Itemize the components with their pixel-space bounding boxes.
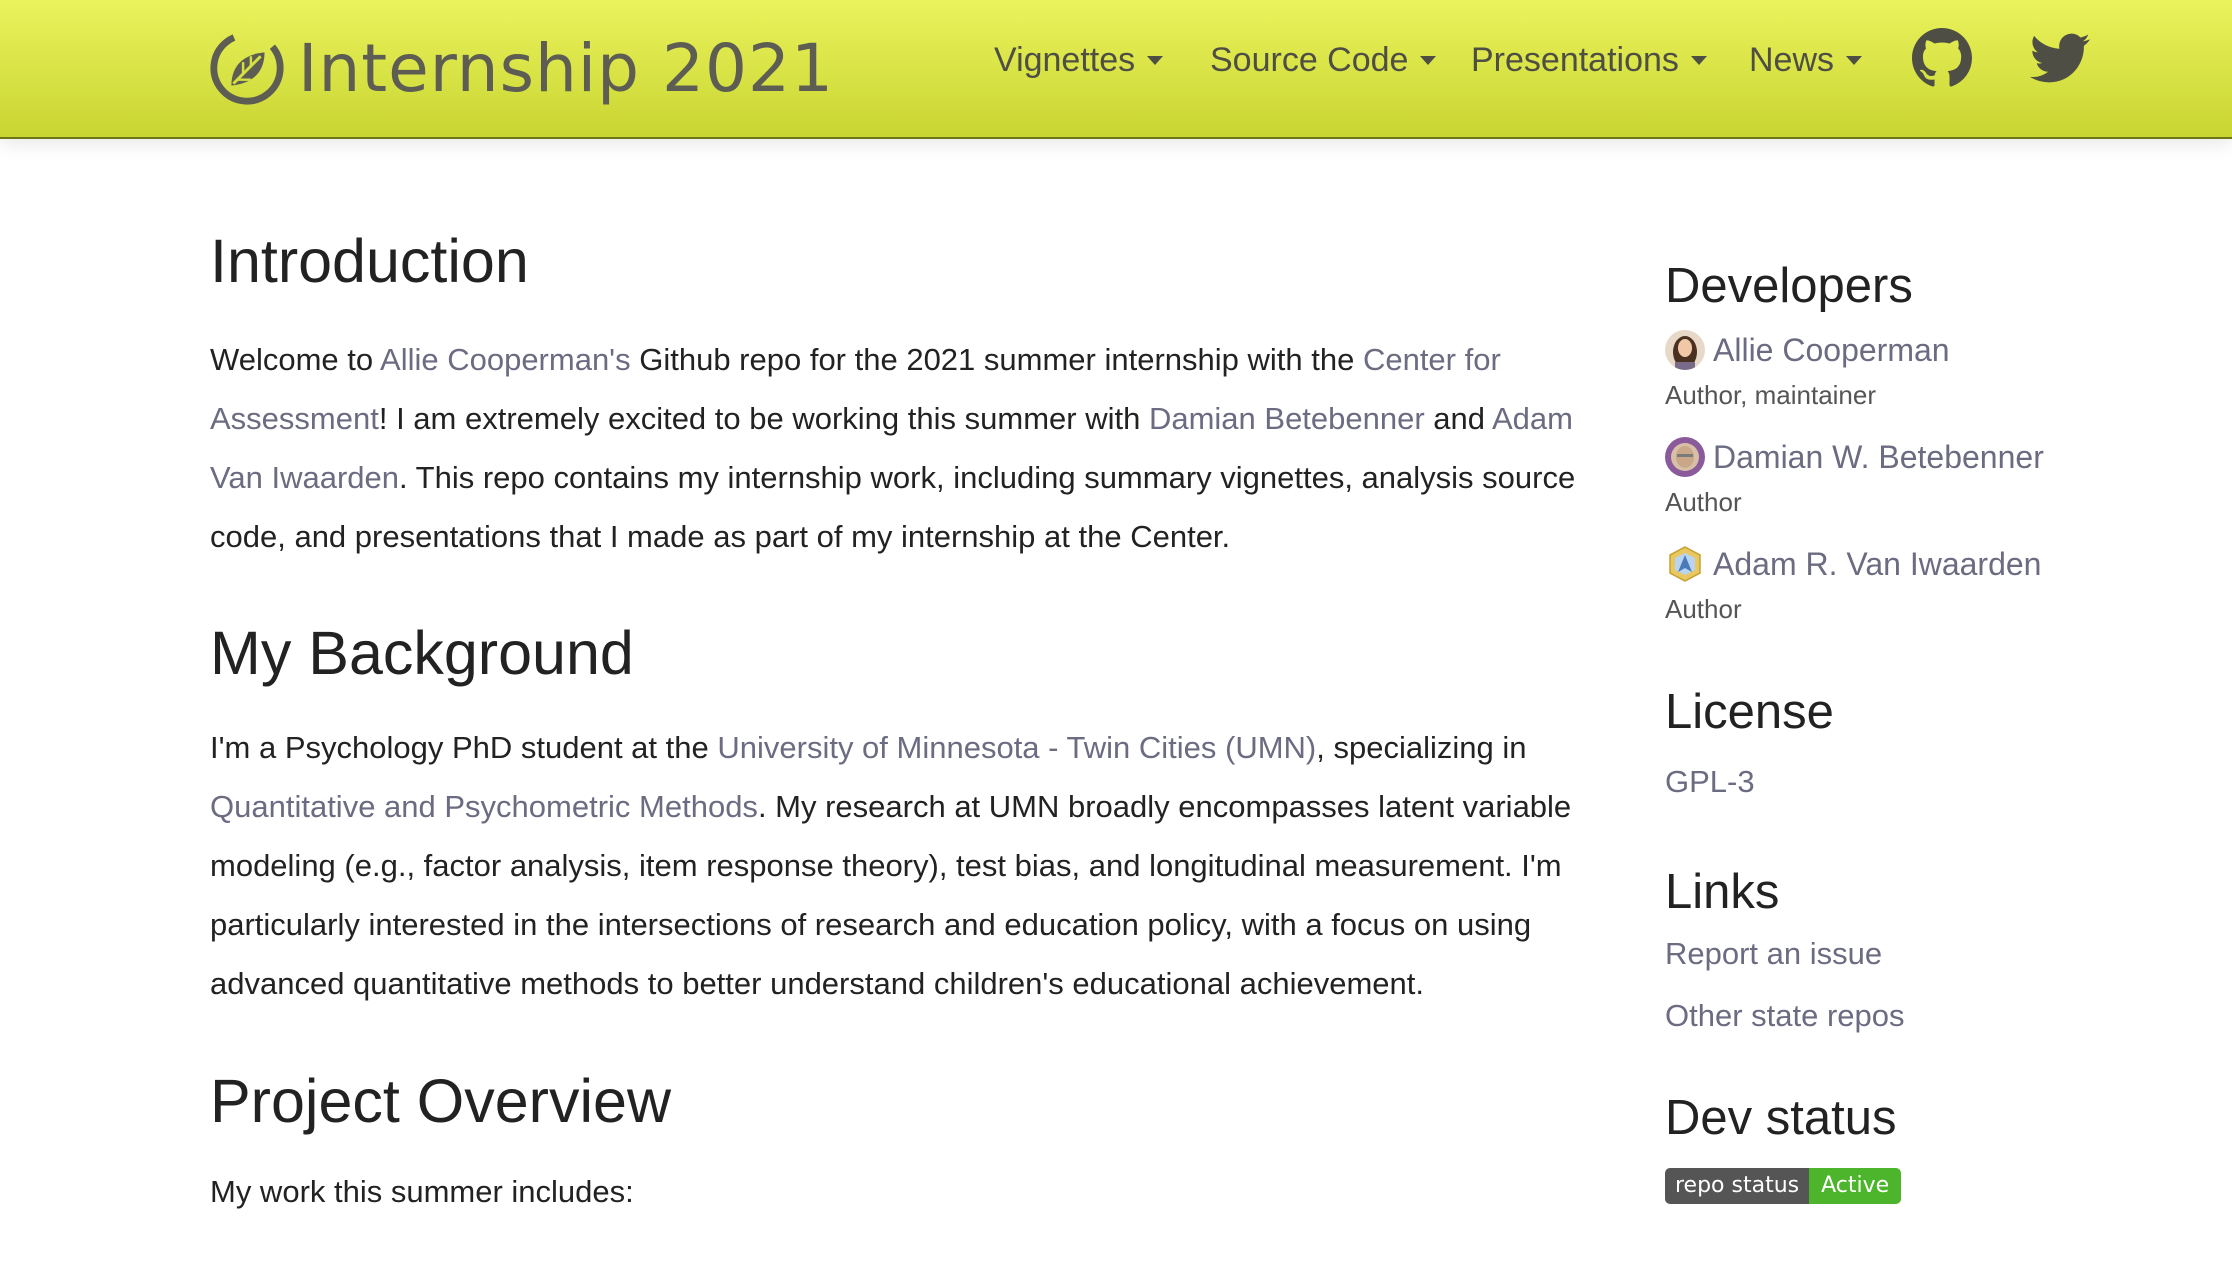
background-text-1: I'm a Psychology PhD student at the <box>210 730 718 765</box>
allie-cooperman-link[interactable]: Allie Cooperman's <box>380 342 631 377</box>
nav-source-code-dropdown[interactable]: Source Code <box>1210 30 1437 90</box>
introduction-heading: Introduction <box>210 227 529 295</box>
nav-presentations-label: Presentations <box>1471 40 1679 79</box>
avatar <box>1665 544 1705 584</box>
developer-name: Allie Cooperman <box>1713 331 1950 368</box>
nav-vignettes-dropdown[interactable]: Vignettes <box>994 30 1164 90</box>
nav-news-label: News <box>1749 40 1835 79</box>
developer-link[interactable]: Adam R. Van Iwaarden <box>1665 544 2185 584</box>
developer-name: Adam R. Van Iwaarden <box>1713 545 2042 582</box>
other-state-repos-link[interactable]: Other state repos <box>1665 998 1905 1034</box>
background-text-2: , specializing in <box>1316 730 1527 765</box>
damian-betebenner-link[interactable]: Damian Betebenner <box>1149 401 1425 436</box>
nav-source-code-label: Source Code <box>1210 40 1409 79</box>
license-link[interactable]: GPL-3 <box>1665 764 1755 800</box>
intro-text-3: ! I am extremely excited to be working t… <box>378 401 1149 436</box>
developer-role: Author, maintainer <box>1665 380 1877 410</box>
umn-link[interactable]: University of Minnesota - Twin Cities (U… <box>717 730 1316 765</box>
badge-status: Active <box>1809 1168 1902 1204</box>
quant-psychometric-methods-link[interactable]: Quantitative and Psychometric Methods <box>210 789 758 824</box>
developer-item: Allie Cooperman Author, maintainer <box>1665 330 2185 411</box>
badge-label: repo status <box>1665 1168 1810 1204</box>
intro-text-1: Welcome to <box>210 342 381 377</box>
project-overview-paragraph: My work this summer includes: <box>210 1174 634 1209</box>
developers-heading: Developers <box>1665 259 1913 313</box>
intro-text-5: . This repo contains my internship work,… <box>210 460 1576 554</box>
caret-down-icon <box>1846 55 1863 65</box>
introduction-paragraph: Welcome to Allie Cooperman's Github repo… <box>210 330 1610 566</box>
navbar: Internship 2021 Vignettes Source Code Pr… <box>0 0 2232 139</box>
report-issue-link[interactable]: Report an issue <box>1665 936 1882 972</box>
twitter-icon[interactable] <box>2030 28 2090 88</box>
developer-link[interactable]: Damian W. Betebenner <box>1665 437 2185 477</box>
developer-role: Author <box>1665 594 1742 624</box>
links-heading: Links <box>1665 865 1780 919</box>
background-heading: My Background <box>210 619 634 687</box>
developer-name: Damian W. Betebenner <box>1713 438 2044 475</box>
license-heading: License <box>1665 685 1834 739</box>
avatar <box>1665 330 1705 370</box>
nav-news-dropdown[interactable]: News <box>1749 30 1863 90</box>
repo-status-badge[interactable]: repo status Active <box>1665 1168 1902 1204</box>
project-overview-heading: Project Overview <box>210 1067 672 1135</box>
caret-down-icon <box>1147 55 1164 65</box>
nav-presentations-dropdown[interactable]: Presentations <box>1471 30 1707 90</box>
developer-link[interactable]: Allie Cooperman <box>1665 330 2185 370</box>
github-icon[interactable] <box>1912 28 1972 88</box>
background-paragraph: I'm a Psychology PhD student at the Univ… <box>210 718 1610 1013</box>
leaf-logo-icon <box>210 31 284 105</box>
developer-item: Damian W. Betebenner Author <box>1665 437 2185 518</box>
brand-link[interactable]: Internship 2021 <box>208 18 834 118</box>
intro-text-4: and <box>1424 401 1492 436</box>
brand-title: Internship 2021 <box>298 29 834 107</box>
caret-down-icon <box>1420 55 1437 65</box>
dev-status-heading: Dev status <box>1665 1091 1897 1145</box>
developer-item: Adam R. Van Iwaarden Author <box>1665 544 2185 625</box>
developer-role: Author <box>1665 487 1742 517</box>
nav-vignettes-label: Vignettes <box>994 40 1136 79</box>
intro-text-2: Github repo for the 2021 summer internsh… <box>630 342 1363 377</box>
caret-down-icon <box>1690 55 1707 65</box>
avatar <box>1665 437 1705 477</box>
